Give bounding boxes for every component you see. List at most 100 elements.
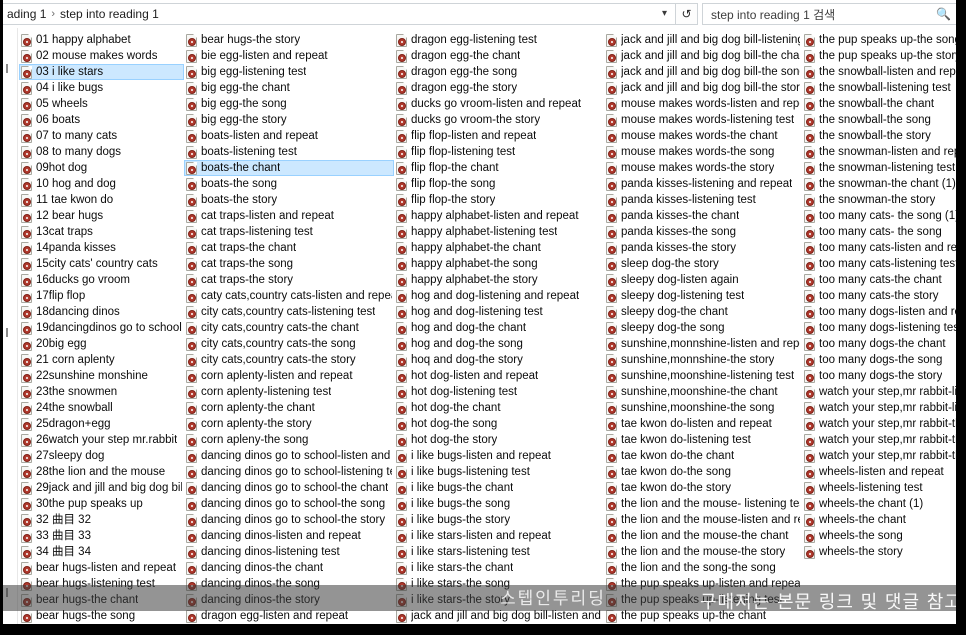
list-item[interactable]: 10 hog and dog bbox=[19, 176, 184, 192]
list-item[interactable]: boats-listening test bbox=[184, 144, 394, 160]
list-item[interactable]: city cats,country cats-the chant bbox=[184, 320, 394, 336]
list-item[interactable]: sunshine,moonshine-the song bbox=[604, 400, 802, 416]
list-item[interactable]: hog and dog-listening test bbox=[394, 304, 604, 320]
list-item[interactable]: 15city cats' country cats bbox=[19, 256, 184, 272]
list-item[interactable]: big egg-the story bbox=[184, 112, 394, 128]
list-item[interactable]: dancing dinos-the song bbox=[184, 576, 394, 592]
list-item[interactable]: 06 boats bbox=[19, 112, 184, 128]
search-input[interactable]: step into reading 1 검색 🔍 bbox=[702, 3, 960, 25]
list-item[interactable]: corn aplenty-listening test bbox=[184, 384, 394, 400]
list-item[interactable]: hot dog-the song bbox=[394, 416, 604, 432]
list-item[interactable]: happy alphabet-listen and repeat bbox=[394, 208, 604, 224]
list-item[interactable]: sleep dog-the story bbox=[604, 256, 802, 272]
list-item[interactable]: the snowman-the chant (1) bbox=[802, 176, 966, 192]
list-item[interactable]: 27sleepy dog bbox=[19, 448, 184, 464]
list-item[interactable]: the lion and the mouse-the story bbox=[604, 544, 802, 560]
list-item[interactable]: the pup speaks up-the chant bbox=[604, 608, 802, 624]
list-item[interactable]: the pup speaks up-listening test bbox=[604, 592, 802, 608]
list-item[interactable]: flip flop-listen and repeat bbox=[394, 128, 604, 144]
list-item[interactable]: tae kwon do-the chant bbox=[604, 448, 802, 464]
list-item[interactable]: sunshine,monnshine-listen and repeat bbox=[604, 336, 802, 352]
list-item[interactable]: happy alphabet-the chant bbox=[394, 240, 604, 256]
list-item[interactable]: 16ducks go vroom bbox=[19, 272, 184, 288]
list-item[interactable]: i like stars-the song bbox=[394, 576, 604, 592]
list-item[interactable]: sunshine,moonshine-the chant bbox=[604, 384, 802, 400]
list-item[interactable]: mouse makes words-listen and repeat bbox=[604, 96, 802, 112]
list-item[interactable]: 14panda kisses bbox=[19, 240, 184, 256]
list-item[interactable]: watch your step,mr rabbit-the song bbox=[802, 432, 966, 448]
list-item[interactable]: wheels-the chant bbox=[802, 512, 966, 528]
list-item[interactable]: flip flop-the song bbox=[394, 176, 604, 192]
list-item[interactable]: mouse makes words-the song bbox=[604, 144, 802, 160]
list-item[interactable]: sleepy dog-listening test bbox=[604, 288, 802, 304]
list-item[interactable]: sleepy dog-the song bbox=[604, 320, 802, 336]
list-item[interactable]: watch your step,mr rabbit-listen and rep… bbox=[802, 384, 966, 400]
list-item[interactable]: i like bugs-listen and repeat bbox=[394, 448, 604, 464]
list-item[interactable]: too many cats-listening test bbox=[802, 256, 966, 272]
list-item[interactable]: 18dancing dinos bbox=[19, 304, 184, 320]
list-item[interactable]: bear hugs-the story bbox=[184, 32, 394, 48]
list-item[interactable]: dragon egg-the chant bbox=[394, 48, 604, 64]
list-item[interactable]: dragon egg-the story bbox=[394, 80, 604, 96]
list-item[interactable]: tae kwon do-listening test bbox=[604, 432, 802, 448]
list-item[interactable]: 22sunshine monshine bbox=[19, 368, 184, 384]
list-item[interactable]: too many cats- the song bbox=[802, 224, 966, 240]
list-item[interactable]: dancing dinos go to school-listen and re… bbox=[184, 448, 394, 464]
list-item[interactable]: hog and dog-listening and repeat bbox=[394, 288, 604, 304]
list-item[interactable]: 09hot dog bbox=[19, 160, 184, 176]
list-item[interactable]: i like stars-the chant bbox=[394, 560, 604, 576]
list-item[interactable]: too many dogs-listening test bbox=[802, 320, 966, 336]
list-item[interactable]: wheels-the story bbox=[802, 544, 966, 560]
breadcrumb-item-0[interactable]: ading 1 bbox=[4, 4, 49, 24]
list-item[interactable]: corn aplenty-listen and repeat bbox=[184, 368, 394, 384]
list-item[interactable]: hog and dog-the song bbox=[394, 336, 604, 352]
list-item[interactable]: dancing dinos go to school-the chant bbox=[184, 480, 394, 496]
list-item[interactable]: sleepy dog-the chant bbox=[604, 304, 802, 320]
list-item[interactable]: big egg-the song bbox=[184, 96, 394, 112]
list-item[interactable]: jack and jill and big dog bill-listen an… bbox=[394, 608, 604, 624]
list-item[interactable]: the lion and the song-the song bbox=[604, 560, 802, 576]
list-item[interactable]: happy alphabet-listening test bbox=[394, 224, 604, 240]
list-item[interactable]: wheels-the song bbox=[802, 528, 966, 544]
list-item[interactable]: hog and dog-the chant bbox=[394, 320, 604, 336]
list-item[interactable]: tae kwon do-listen and repeat bbox=[604, 416, 802, 432]
list-item[interactable]: too many cats-listen and repeat bbox=[802, 240, 966, 256]
list-item[interactable]: city cats,country cats-the story bbox=[184, 352, 394, 368]
list-item[interactable]: the snowball-the song bbox=[802, 112, 966, 128]
list-item[interactable]: 12 bear hugs bbox=[19, 208, 184, 224]
list-item[interactable]: big egg-the chant bbox=[184, 80, 394, 96]
list-item[interactable]: the snowball-listen and repeat bbox=[802, 64, 966, 80]
list-item[interactable]: too many dogs-listen and repeat bbox=[802, 304, 966, 320]
list-item[interactable]: dragon egg-listen and repeat bbox=[184, 608, 394, 624]
list-item[interactable]: 25dragon+egg bbox=[19, 416, 184, 432]
list-item[interactable]: 29jack and jill and big dog bill bbox=[19, 480, 184, 496]
list-item[interactable]: flip flop-the chant bbox=[394, 160, 604, 176]
list-item[interactable]: city cats,country cats-listening test bbox=[184, 304, 394, 320]
list-item[interactable]: 33 曲目 33 bbox=[19, 528, 184, 544]
list-item[interactable]: bear hugs-listen and repeat bbox=[19, 560, 184, 576]
list-item[interactable]: dancing dinos go to school-the song bbox=[184, 496, 394, 512]
list-item[interactable]: jack and jill and big dog bill-the story bbox=[604, 80, 802, 96]
list-item[interactable]: mouse makes words-the chant bbox=[604, 128, 802, 144]
list-item[interactable]: city cats,country cats-the song bbox=[184, 336, 394, 352]
list-item[interactable]: boats-the song bbox=[184, 176, 394, 192]
list-item[interactable]: watch your step,mr rabbit-the chant bbox=[802, 416, 966, 432]
list-item[interactable]: tae kwon do-the song bbox=[604, 464, 802, 480]
list-item[interactable]: 11 tae kwon do bbox=[19, 192, 184, 208]
list-item[interactable]: corn aplenty-the story bbox=[184, 416, 394, 432]
list-item[interactable]: too many cats-the chant bbox=[802, 272, 966, 288]
breadcrumb-item-1[interactable]: step into reading 1 bbox=[57, 4, 162, 24]
list-item[interactable]: the snowball-listening test bbox=[802, 80, 966, 96]
list-item[interactable]: 01 happy alphabet bbox=[19, 32, 184, 48]
list-item[interactable]: panda kisses-the song bbox=[604, 224, 802, 240]
list-item[interactable]: boats-listen and repeat bbox=[184, 128, 394, 144]
list-item[interactable]: wheels-the chant (1) bbox=[802, 496, 966, 512]
list-item[interactable]: too many dogs-the story bbox=[802, 368, 966, 384]
list-item[interactable]: ducks go vroom-the story bbox=[394, 112, 604, 128]
list-item[interactable]: boats-the story bbox=[184, 192, 394, 208]
list-item[interactable]: 03 i like stars bbox=[19, 64, 184, 80]
list-item[interactable]: sunshine,moonshine-listening test bbox=[604, 368, 802, 384]
list-item[interactable]: 04 i like bugs bbox=[19, 80, 184, 96]
list-item[interactable]: i like bugs-the chant bbox=[394, 480, 604, 496]
list-item[interactable]: cat traps-the chant bbox=[184, 240, 394, 256]
